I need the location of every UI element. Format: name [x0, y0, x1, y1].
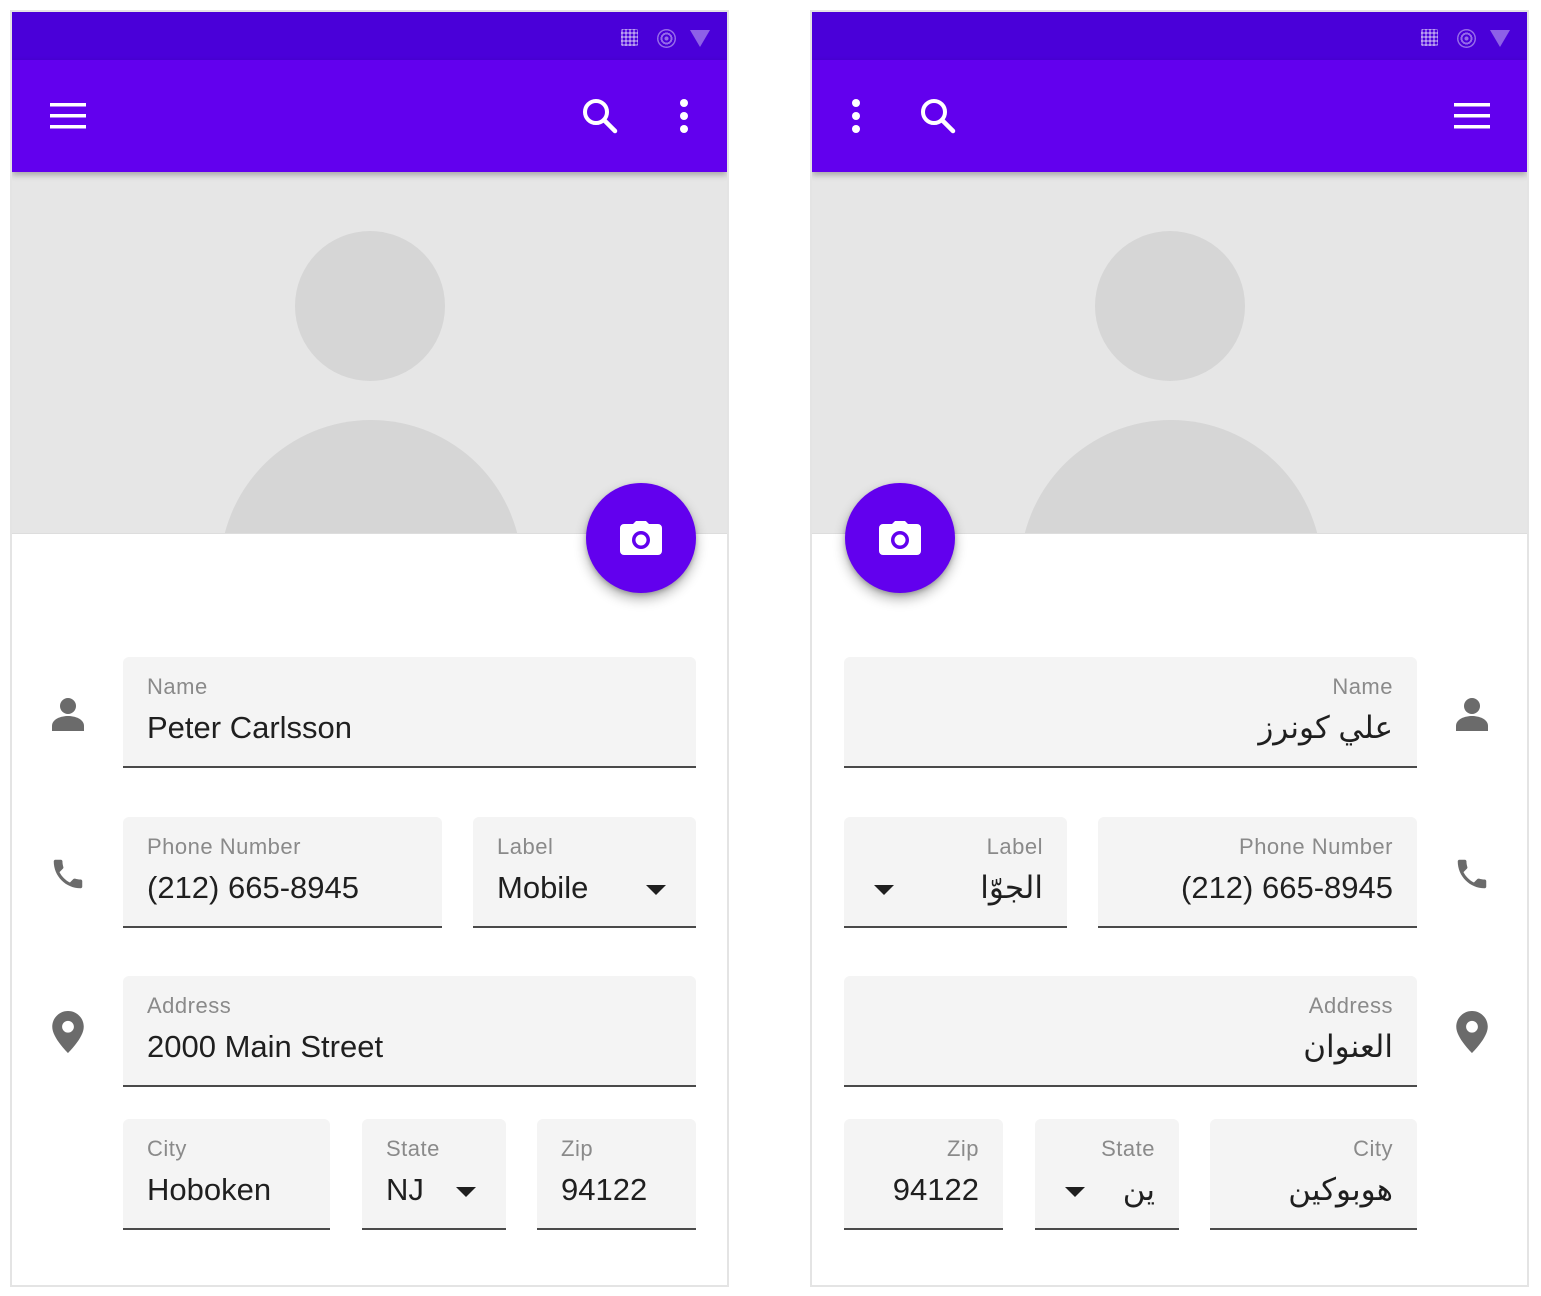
phone-number-value: (212) 665-8945 [1181, 870, 1393, 905]
state-select[interactable]: State ين [1035, 1119, 1179, 1230]
signal-icon [1421, 29, 1438, 46]
avatar-head [1095, 231, 1245, 381]
zip-field[interactable]: Zip 94122 [537, 1119, 696, 1230]
more-vert-icon[interactable] [656, 88, 712, 144]
name-field[interactable]: Name علي كونرز [844, 657, 1417, 768]
phone-number-field[interactable]: Phone Number (212) 665-8945 [1098, 817, 1417, 928]
phone-number-value: (212) 665-8945 [147, 870, 359, 905]
phone-icon [48, 854, 88, 894]
phone-icon [1452, 854, 1492, 894]
address-label: Address [1308, 993, 1393, 1018]
name-label: Name [1332, 674, 1393, 699]
city-field[interactable]: City Hoboken [123, 1119, 330, 1230]
location-pin-icon [1452, 1011, 1492, 1053]
zip-value: 94122 [561, 1172, 648, 1207]
name-value: Peter Carlsson [147, 710, 353, 745]
phone-label-label: Label [986, 834, 1043, 859]
city-label: City [1353, 1136, 1393, 1161]
camera-button[interactable] [586, 483, 696, 593]
camera-icon [879, 521, 921, 555]
address-field[interactable]: Address 2000 Main Street [123, 976, 696, 1087]
phone-screen-rtl: Name علي كونرز Label الجوّا Phone Number… [810, 10, 1529, 1287]
name-field[interactable]: Name Peter Carlsson [123, 657, 696, 768]
arrow-drop-down-icon [646, 885, 666, 895]
arrow-drop-down-icon [1065, 1187, 1085, 1197]
address-value: العنوان [1303, 1029, 1393, 1064]
name-label: Name [147, 674, 208, 699]
search-icon[interactable] [910, 88, 966, 144]
battery-icon [1490, 30, 1510, 47]
phone-number-label: Phone Number [1239, 834, 1393, 859]
battery-icon [690, 30, 710, 47]
avatar-shoulders [220, 420, 522, 533]
phone-label-value: Mobile [497, 870, 589, 905]
search-icon[interactable] [572, 88, 628, 144]
avatar-head [295, 231, 445, 381]
avatar-shoulders [1020, 420, 1322, 533]
profile-photo-placeholder [812, 172, 1527, 534]
status-bar [812, 12, 1527, 60]
phone-label-select[interactable]: Label Mobile [473, 817, 696, 928]
zip-label: Zip [561, 1136, 594, 1161]
arrow-drop-down-icon [456, 1187, 476, 1197]
app-bar [812, 60, 1527, 172]
camera-button[interactable] [845, 483, 955, 593]
zip-label: Zip [946, 1136, 979, 1161]
zip-field[interactable]: Zip 94122 [844, 1119, 1003, 1230]
status-bar [12, 12, 727, 60]
state-label: State [386, 1136, 440, 1161]
wifi-icon [1457, 29, 1476, 48]
phone-label-label: Label [497, 834, 554, 859]
state-value: NJ [386, 1172, 424, 1207]
menu-icon[interactable] [40, 88, 96, 144]
phone-number-label: Phone Number [147, 834, 301, 859]
state-value: ين [1122, 1172, 1155, 1207]
location-pin-icon [48, 1011, 88, 1053]
more-vert-icon[interactable] [828, 88, 884, 144]
phone-screen-ltr: Name Peter Carlsson Phone Number (212) 6… [10, 10, 729, 1287]
phone-label-select[interactable]: Label الجوّا [844, 817, 1067, 928]
city-value: Hoboken [147, 1172, 272, 1207]
state-select[interactable]: State NJ [362, 1119, 506, 1230]
app-bar [12, 60, 727, 172]
menu-icon[interactable] [1444, 88, 1500, 144]
signal-icon [621, 29, 638, 46]
city-value: هوبوكين [1288, 1172, 1393, 1207]
zip-value: 94122 [892, 1172, 979, 1207]
city-field[interactable]: City هوبوكين [1210, 1119, 1417, 1230]
wifi-icon [657, 29, 676, 48]
address-value: 2000 Main Street [147, 1029, 384, 1064]
name-value: علي كونرز [1258, 710, 1393, 745]
camera-icon [620, 521, 662, 555]
phone-number-field[interactable]: Phone Number (212) 665-8945 [123, 817, 442, 928]
person-icon [1452, 694, 1492, 734]
profile-photo-placeholder [12, 172, 727, 534]
state-label: State [1101, 1136, 1155, 1161]
city-label: City [147, 1136, 187, 1161]
person-icon [48, 694, 88, 734]
phone-label-value: الجوّا [980, 870, 1043, 905]
address-label: Address [147, 993, 232, 1018]
address-field[interactable]: Address العنوان [844, 976, 1417, 1087]
arrow-drop-down-icon [874, 885, 894, 895]
